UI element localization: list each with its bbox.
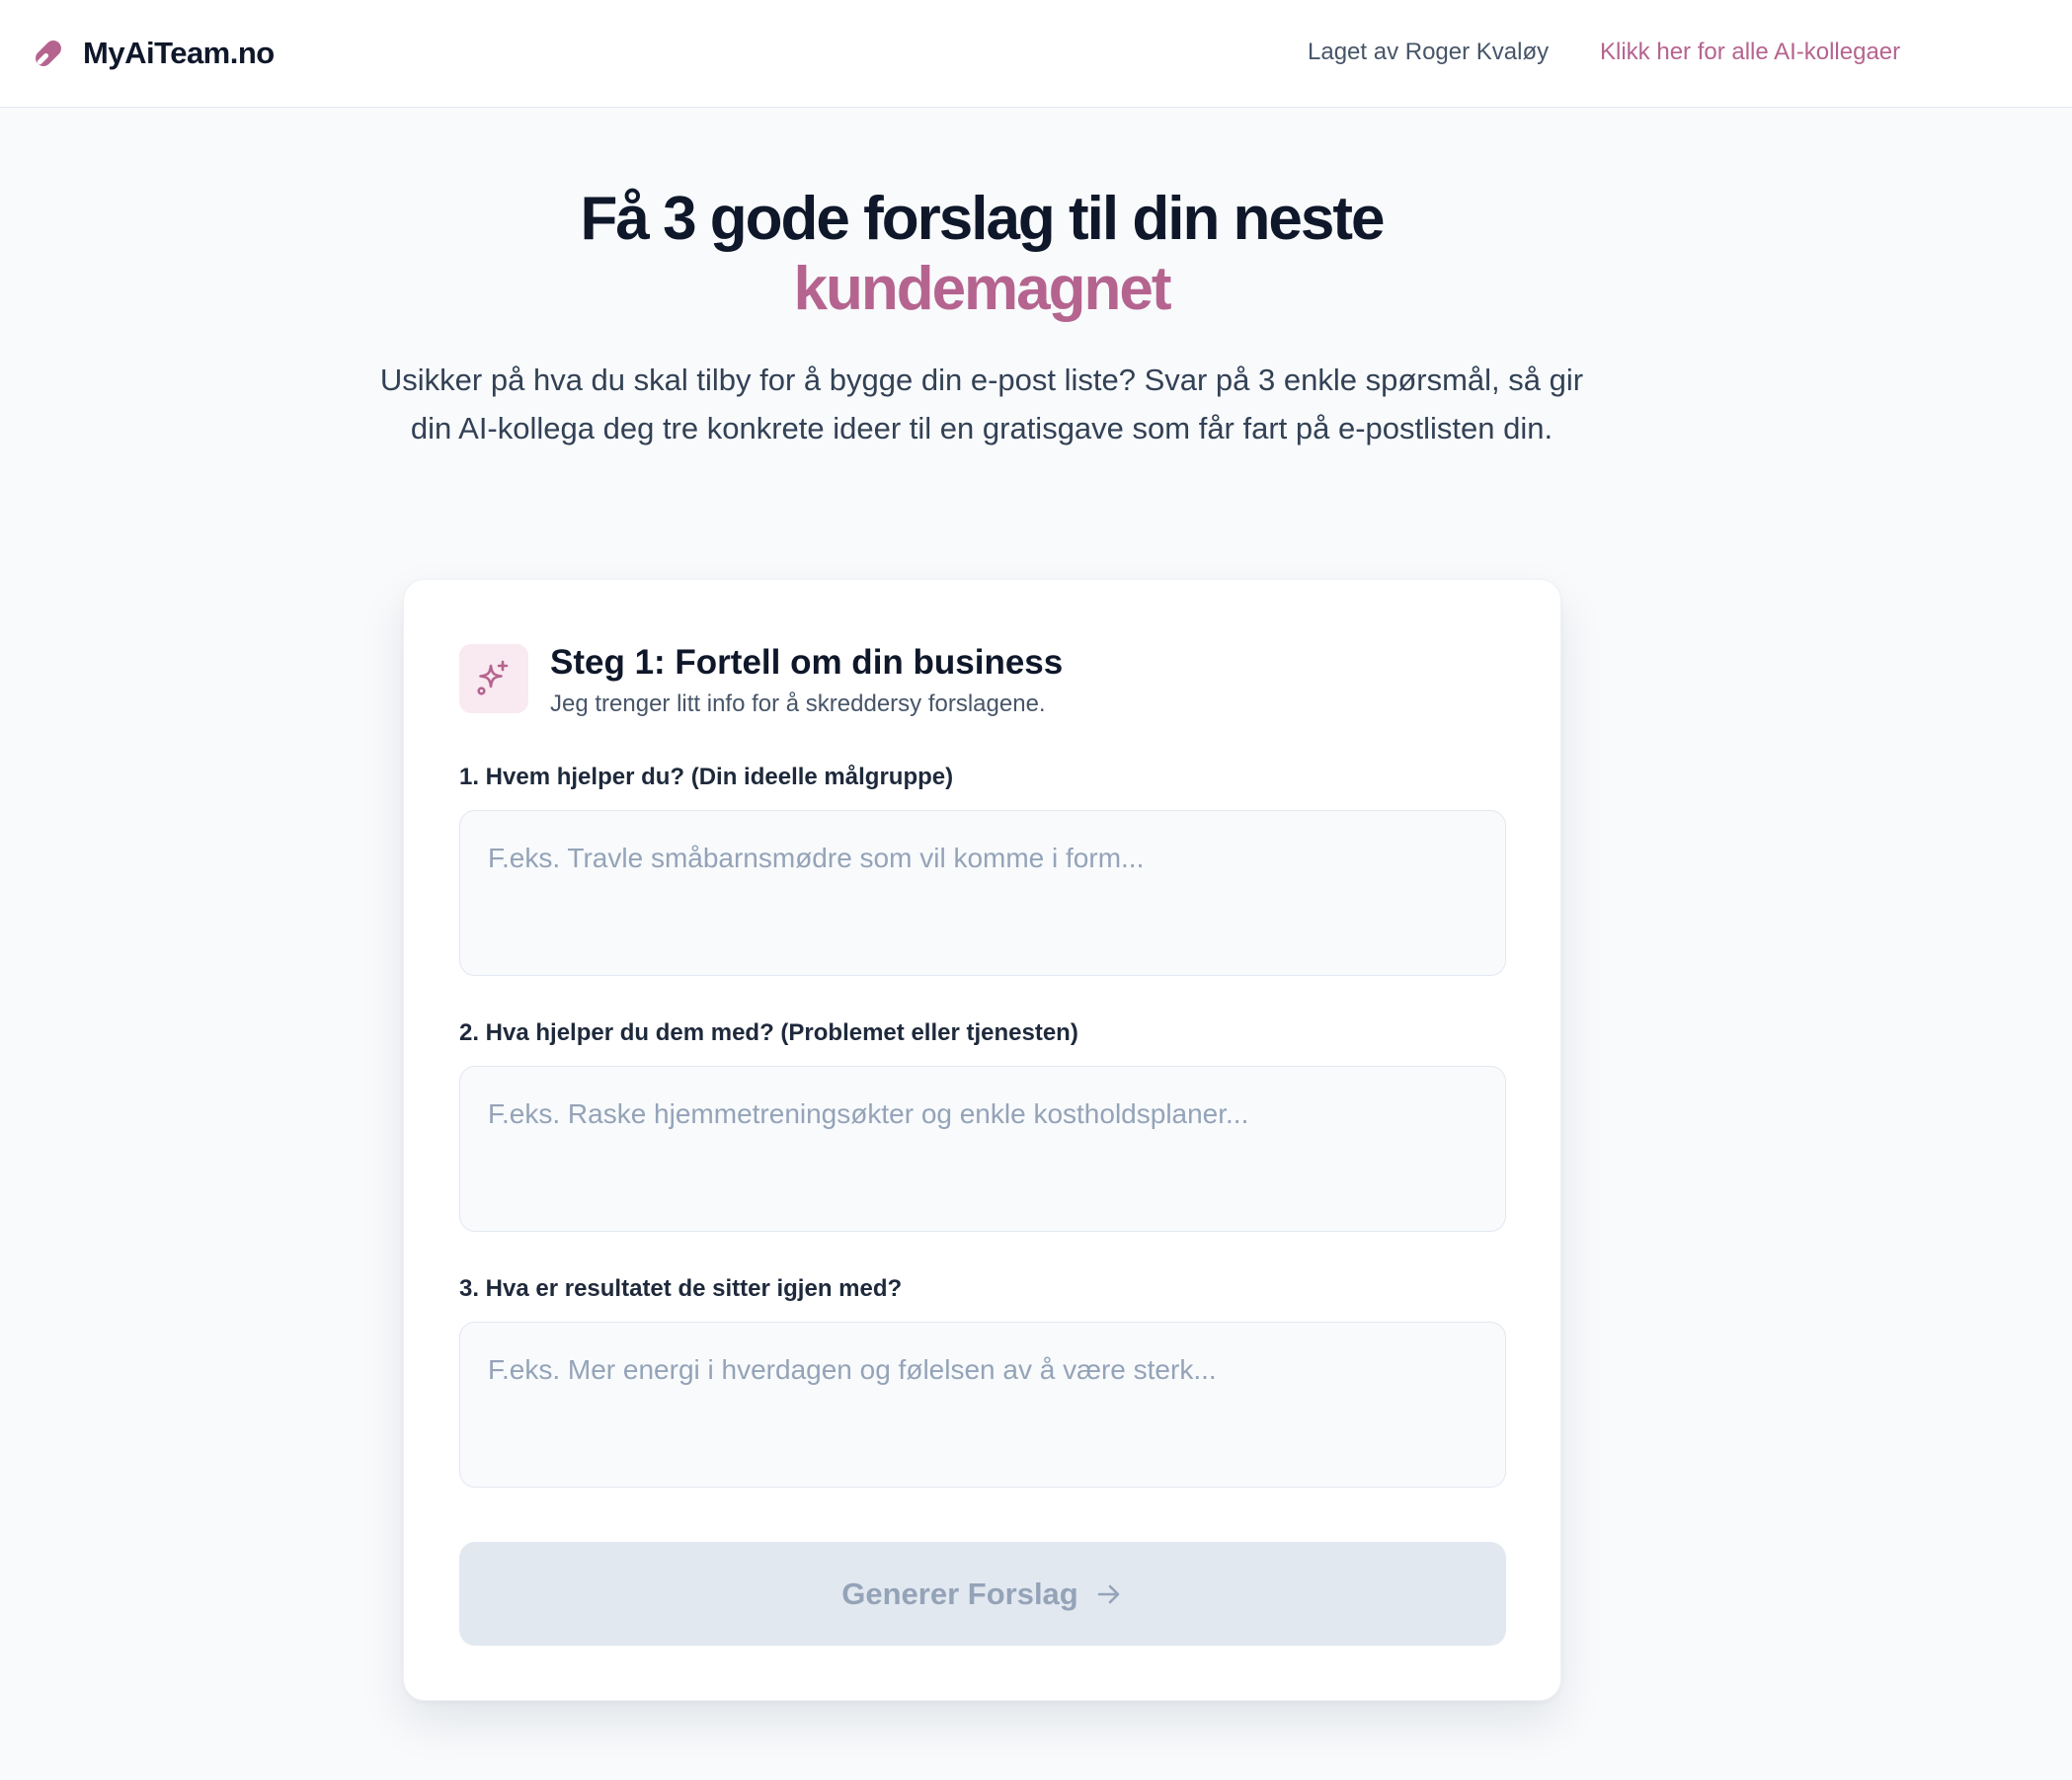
problem-service-label: 2. Hva hjelper du dem med? (Problemet el… (459, 1019, 1078, 1046)
hero-section: Få 3 gode forslag til din neste kundemag… (0, 184, 1963, 452)
arrow-right-icon (1097, 1584, 1120, 1603)
result-label: 3. Hva er resultatet de sitter igjen med… (459, 1275, 903, 1302)
page-subtitle: Usikker på hva du skal tilby for å bygge… (379, 363, 1584, 445)
generate-suggestions-button[interactable]: Generer Forslag (459, 1542, 1506, 1646)
top-navigation-bar: MyAiTeam.no Laget av Roger Kvaløy Klikk … (0, 0, 2072, 108)
target-audience-input[interactable] (459, 810, 1506, 976)
page-title: Få 3 gode forslag til din neste kundemag… (0, 184, 1963, 324)
logo-icon (36, 40, 61, 66)
target-audience-label: 1. Hvem hjelper du? (Din ideelle målgrup… (459, 764, 954, 790)
page-title-accent: kundemagnet (793, 255, 1171, 323)
result-input[interactable] (459, 1322, 1506, 1488)
step-title: Steg 1: Fortell om din business (550, 643, 1064, 682)
generate-suggestions-label: Generer Forslag (841, 1576, 1078, 1611)
problem-service-input[interactable] (459, 1066, 1506, 1232)
brand-logo-link[interactable]: MyAiTeam.no (28, 30, 275, 77)
step-subtitle: Jeg trenger litt info for å skreddersy f… (550, 690, 1046, 717)
brand-name: MyAiTeam.no (83, 36, 275, 70)
page-title-main: Få 3 gode forslag til din neste (580, 185, 1385, 253)
all-ai-colleagues-link[interactable]: Klikk her for alle AI-kollegaer (1600, 36, 1900, 69)
sparkles-icon (459, 644, 528, 713)
author-link[interactable]: Laget av Roger Kvaløy (1308, 36, 1549, 69)
business-info-form-card: Steg 1: Fortell om din business Jeg tren… (403, 579, 1561, 1701)
